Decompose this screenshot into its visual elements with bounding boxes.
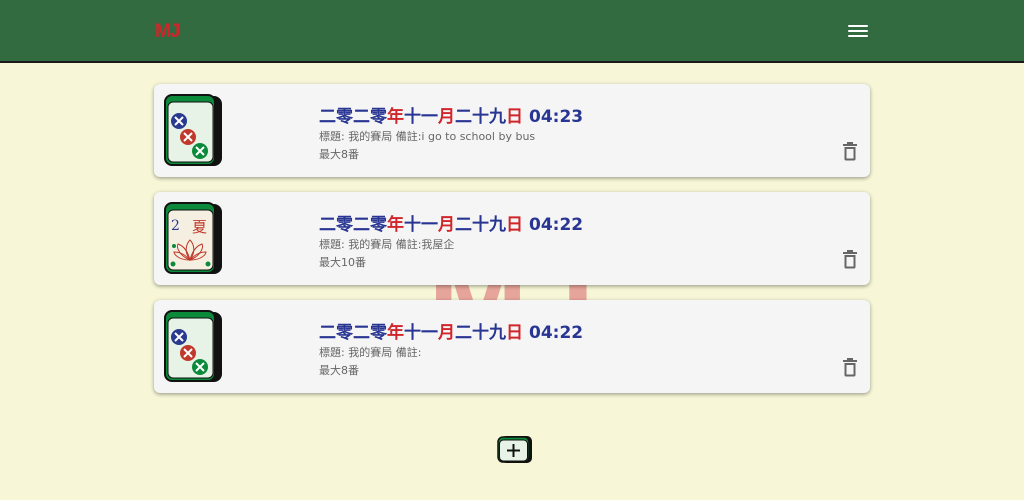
trash-icon[interactable]: [842, 141, 858, 161]
game-max-fan: 最大8番: [319, 364, 359, 377]
game-title-note: 標題: 我的賽局 備註:i go to school by bus: [319, 130, 536, 143]
game-max-fan: 最大8番: [319, 148, 359, 161]
game-card[interactable]: 二零二零年十一月二十九日 04:22 標題: 我的賽局 備註: 最大8番: [154, 300, 870, 393]
hamburger-menu-icon[interactable]: [846, 22, 870, 42]
game-max-fan: 最大10番: [319, 256, 366, 269]
svg-text:夏: 夏: [192, 218, 207, 236]
three-circles-tile-icon: [164, 310, 222, 382]
trash-icon[interactable]: [842, 357, 858, 377]
app-logo[interactable]: MJ: [155, 21, 180, 43]
add-tile-icon[interactable]: [497, 434, 533, 464]
summer-flower-tile-icon: 2 夏: [164, 202, 222, 274]
game-date: 二零二零年十一月二十九日 04:23: [319, 107, 584, 127]
three-circles-tile-icon: [164, 94, 222, 166]
game-date: 二零二零年十一月二十九日 04:22: [319, 215, 584, 235]
game-card[interactable]: 2 夏 二零二零年十一月二十九日 04:22 標題: 我的賽局 備註:我屋企 最大…: [154, 192, 870, 285]
trash-icon[interactable]: [842, 249, 858, 269]
game-list: 二零二零年十一月二十九日 04:23 標題: 我的賽局 備註:i go to sc…: [154, 84, 870, 408]
app-bar: MJ: [0, 0, 1024, 63]
svg-text:2: 2: [171, 218, 180, 234]
game-card[interactable]: 二零二零年十一月二十九日 04:23 標題: 我的賽局 備註:i go to sc…: [154, 84, 870, 177]
game-title-note: 標題: 我的賽局 備註:: [319, 346, 422, 359]
game-date: 二零二零年十一月二十九日 04:22: [319, 323, 584, 343]
game-title-note: 標題: 我的賽局 備註:我屋企: [319, 238, 455, 251]
